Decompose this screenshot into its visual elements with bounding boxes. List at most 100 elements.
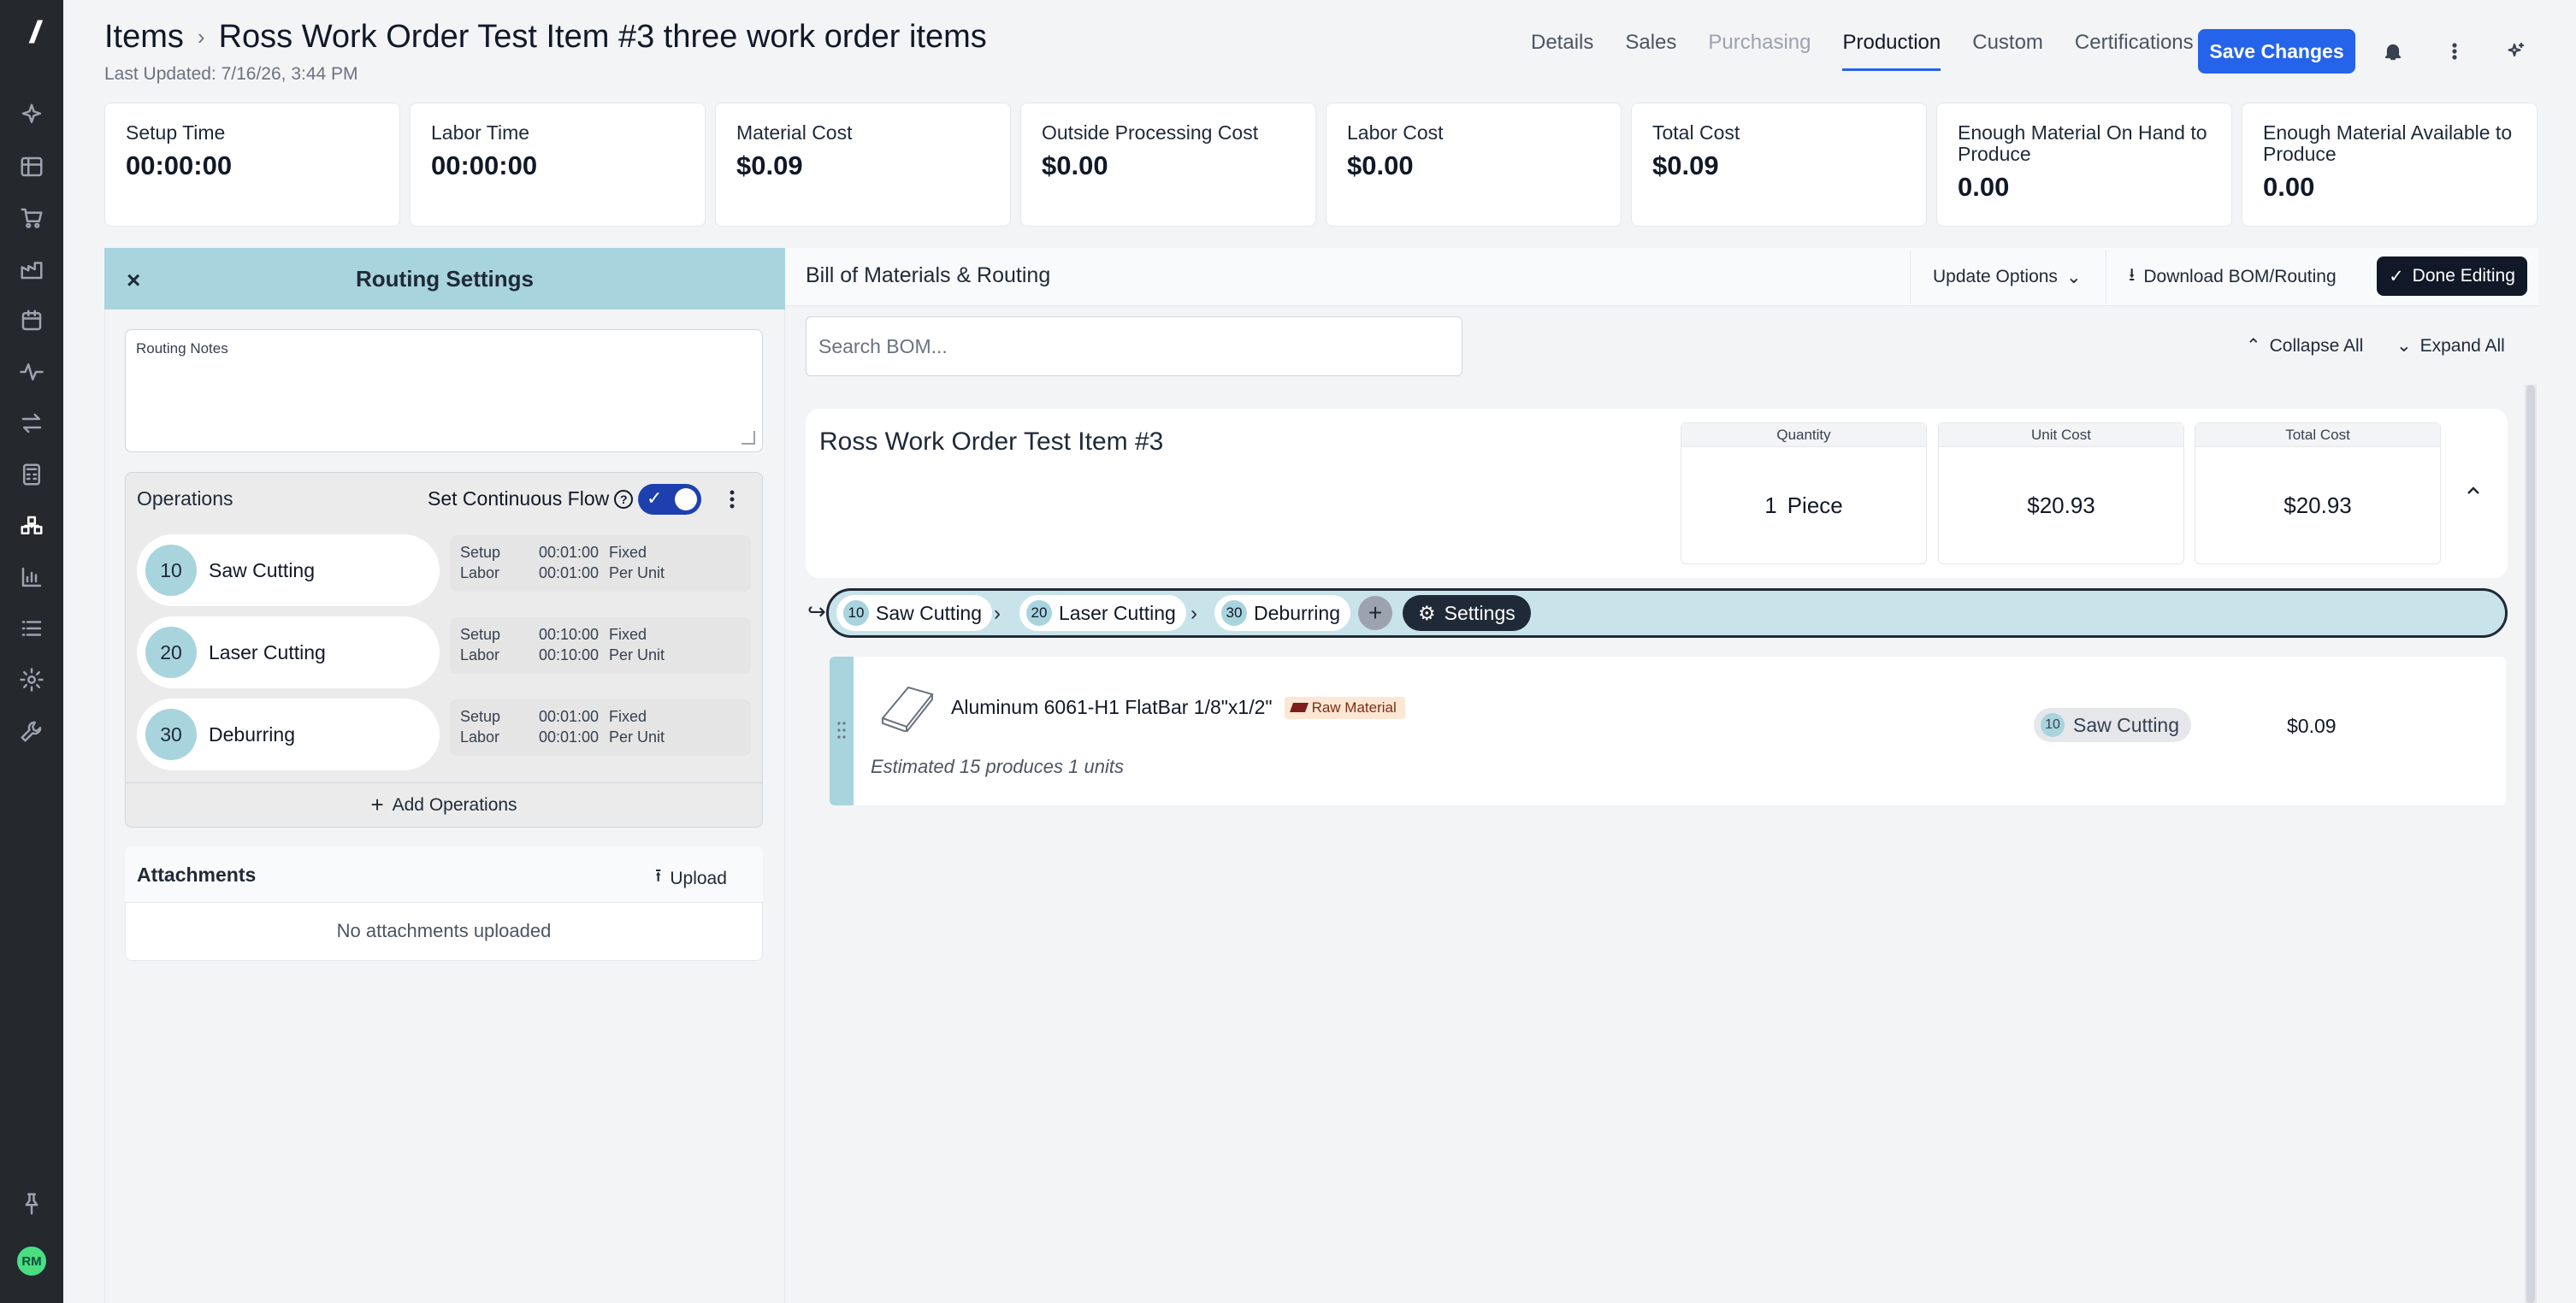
setup-time: 00:01:00 — [539, 708, 600, 725]
download-bom-label: Download BOM/Routing — [2143, 267, 2337, 286]
upload-button[interactable]: ⭱ Upload — [655, 864, 727, 893]
resize-grip-icon[interactable] — [741, 431, 755, 445]
routing-notes-textarea[interactable]: Routing Notes — [125, 329, 763, 452]
tab-production[interactable]: Production — [1842, 31, 1941, 71]
flat-bar-icon — [881, 686, 934, 732]
chevron-right-icon: › — [994, 602, 1001, 625]
update-options-button[interactable]: Update Options ⌄ — [1910, 250, 2104, 304]
tab-purchasing[interactable]: Purchasing — [1708, 31, 1811, 71]
stat-label: Material Cost — [736, 121, 853, 144]
update-options-label: Update Options — [1933, 267, 2058, 286]
save-changes-button[interactable]: Save Changes — [2198, 29, 2355, 74]
transfer-icon[interactable] — [15, 406, 49, 440]
material-name[interactable]: Aluminum 6061-H1 FlatBar 1/8"x1/2" — [951, 696, 1273, 719]
add-operations-button[interactable]: + Add Operations — [125, 782, 763, 827]
operations-menu-icon[interactable] — [724, 484, 741, 515]
avatar[interactable]: RM — [15, 1245, 48, 1277]
total-cost-header: Total Cost — [2195, 423, 2440, 447]
operation-times: Setup 00:10:00 Fixed Labor 00:10:00 Per Unit — [450, 617, 751, 674]
bom-scrollbar[interactable] — [2525, 385, 2537, 1303]
return-arrow-icon: ↪ — [807, 598, 826, 624]
bell-icon[interactable] — [2376, 34, 2410, 68]
scrollbar-thumb[interactable] — [2526, 385, 2535, 1303]
help-icon[interactable]: ? — [614, 489, 634, 509]
done-editing-button[interactable]: ✓ Done Editing — [2377, 256, 2527, 296]
chevron-up-icon: ⌃ — [2246, 336, 2261, 356]
quantity-value-row[interactable]: 1 Piece — [1681, 447, 1926, 563]
sparkle-icon[interactable] — [15, 97, 49, 132]
route-chip-saw-cutting[interactable]: 10 Saw Cutting — [836, 595, 993, 631]
route-chip-deburring[interactable]: 30 Deburring — [1214, 595, 1350, 631]
calculator-icon[interactable] — [15, 457, 49, 492]
tab-details[interactable]: Details — [1531, 31, 1593, 71]
routing-settings-title: Routing Settings — [104, 248, 785, 310]
breadcrumb-items[interactable]: Items — [104, 19, 184, 56]
collapse-all-label: Collapse All — [2269, 335, 2364, 356]
calendar-icon[interactable] — [15, 304, 49, 338]
more-vertical-icon[interactable] — [2437, 34, 2472, 68]
cart-icon[interactable] — [15, 201, 49, 235]
raw-material-badge: Raw Material — [1284, 696, 1405, 719]
factory-icon[interactable] — [15, 252, 49, 286]
quantity-value: 1 — [1764, 492, 1777, 518]
continuous-flow-toggle[interactable]: ✓ — [638, 484, 701, 515]
tab-sales[interactable]: Sales — [1625, 31, 1676, 71]
setup-label: Setup — [460, 708, 501, 725]
stat-label: Labor Cost — [1347, 121, 1444, 144]
operation-item-laser-cutting[interactable]: 20 Laser Cutting — [137, 616, 440, 688]
operation-name: Laser Cutting — [209, 640, 326, 663]
activity-icon[interactable] — [15, 355, 49, 389]
stat-value: $0.00 — [1347, 150, 1414, 180]
material-name-row: Aluminum 6061-H1 FlatBar 1/8"x1/2" Raw M… — [951, 696, 1405, 719]
tab-custom[interactable]: Custom — [1972, 31, 2043, 71]
operations-title: Operations — [137, 487, 233, 510]
route-chip-laser-cutting[interactable]: 20 Laser Cutting — [1019, 595, 1186, 631]
download-bom-button[interactable]: ⭳ Download BOM/Routing — [2106, 250, 2359, 304]
operation-item-deburring[interactable]: 30 Deburring — [137, 699, 440, 770]
ai-sparkle-icon[interactable] — [2499, 34, 2533, 68]
route-settings-button[interactable]: ⚙ Settings — [1403, 595, 1531, 631]
continuous-flow-label: Set Continuous Flow ? — [428, 487, 634, 510]
no-attachments-text: No attachments uploaded — [336, 920, 552, 941]
route-chip-number: 20 — [1026, 600, 1052, 626]
operation-times: Setup 00:01:00 Fixed Labor 00:01:00 Per Unit — [450, 535, 751, 592]
gear-icon[interactable] — [15, 663, 49, 697]
stat-card-labor-time: Labor Time 00:00:00 — [410, 103, 706, 227]
tab-certifications[interactable]: Certifications — [2075, 31, 2194, 71]
stat-label: Labor Time — [431, 121, 530, 144]
chart-icon[interactable] — [15, 560, 49, 594]
bom-root-name: Ross Work Order Test Item #3 — [819, 427, 1164, 456]
operation-times: Setup 00:01:00 Fixed Labor 00:01:00 Per Unit — [450, 699, 751, 756]
table-icon[interactable] — [15, 150, 49, 184]
operation-item-saw-cutting[interactable]: 10 Saw Cutting — [137, 534, 440, 606]
routing-notes-placeholder: Routing Notes — [136, 340, 228, 357]
expand-all-label: Expand All — [2419, 335, 2505, 356]
add-route-step-button[interactable]: + — [1358, 596, 1392, 630]
gear-icon: ⚙ — [1418, 601, 1436, 624]
material-cost: $0.09 — [2287, 715, 2337, 737]
bom-material-row[interactable] — [830, 657, 2506, 805]
pin-icon[interactable] — [15, 1187, 49, 1221]
collapse-all-button[interactable]: ⌃ Collapse All — [2246, 335, 2363, 357]
app-logo[interactable]: // — [15, 15, 49, 50]
done-editing-label: Done Editing — [2412, 266, 2515, 286]
wrench-icon[interactable] — [15, 714, 49, 748]
stat-value: $0.09 — [736, 150, 803, 180]
quantity-box: Quantity 1 Piece — [1681, 422, 1927, 564]
chevron-up-icon[interactable] — [2463, 481, 2484, 501]
left-nav-rail: // RM — [0, 0, 63, 1303]
upload-icon: ⭱ — [655, 866, 662, 886]
stat-value: $0.09 — [1652, 150, 1719, 180]
labor-type: Per Unit — [609, 728, 665, 746]
stat-label: Enough Material Available to Produce — [2263, 121, 2513, 165]
material-operation-chip[interactable]: 10 Saw Cutting — [2034, 708, 2192, 742]
routing-icon[interactable] — [15, 509, 49, 543]
search-bom-input[interactable] — [806, 316, 1462, 376]
setup-time: 00:10:00 — [539, 626, 600, 643]
expand-all-button[interactable]: ⌄ Expand All — [2396, 335, 2505, 357]
close-icon[interactable]: × — [127, 267, 140, 294]
list-icon[interactable] — [15, 611, 49, 646]
quantity-header: Quantity — [1681, 423, 1926, 447]
drag-grip-icon[interactable] — [836, 720, 848, 740]
stat-card-material-on-hand: Enough Material On Hand to Produce 0.00 — [1936, 103, 2232, 227]
